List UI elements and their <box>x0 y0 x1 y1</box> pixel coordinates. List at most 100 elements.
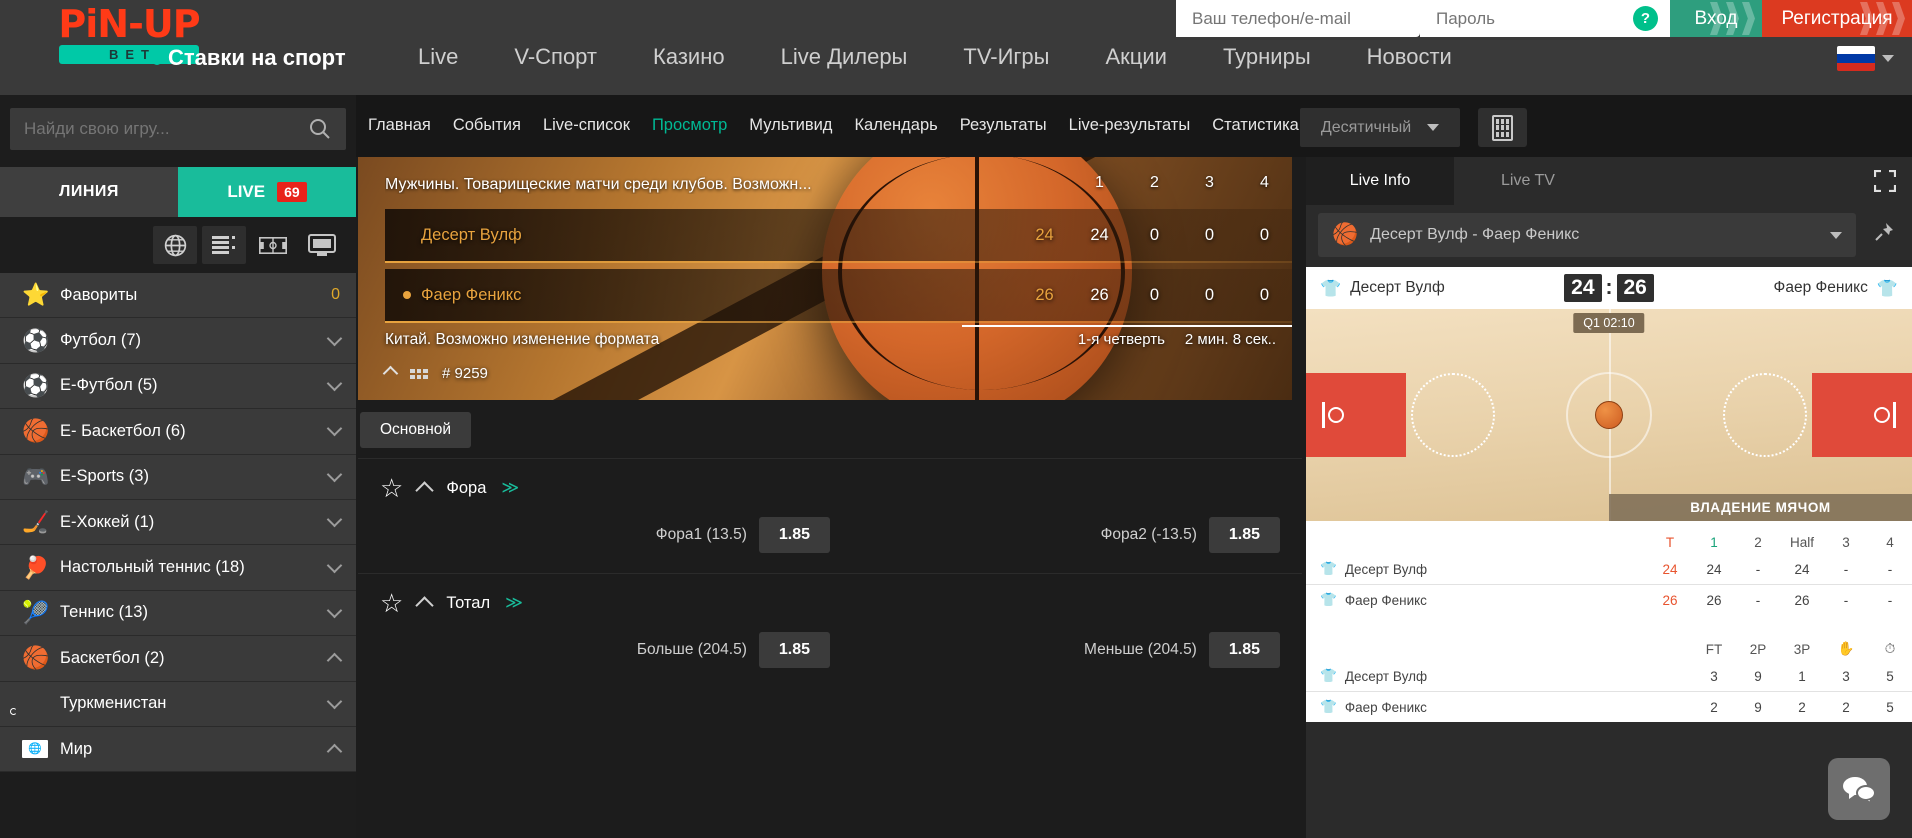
nav-item-tournaments[interactable]: Турниры <box>1195 44 1339 70</box>
sidebar-item-tennis[interactable]: 🎾 Теннис (13) <box>0 590 356 637</box>
tab-main-market[interactable]: Основной <box>360 412 472 448</box>
stats-grid-icon[interactable] <box>410 368 428 379</box>
odd-label: Больше (204.5) <box>636 641 747 658</box>
subnav-multivid[interactable]: Мультивид <box>749 116 832 135</box>
odd-value[interactable]: 1.85 <box>1208 632 1280 668</box>
sidebar-item-efootball[interactable]: ⚽ Е-Футбол (5) <box>0 363 356 410</box>
collapse-icon[interactable] <box>382 365 399 382</box>
chevron-up-icon[interactable] <box>415 481 435 500</box>
search-box[interactable] <box>10 108 346 150</box>
nav-item-live-dealers[interactable]: Live Дилеры <box>753 44 936 70</box>
home-q4: 0 <box>1259 225 1270 244</box>
match-selector[interactable]: 🏀 Десерт Вулф - Фаер Феникс <box>1318 213 1856 257</box>
chevron-down-icon[interactable] <box>326 511 343 528</box>
sidebar-item-favorites[interactable]: ⭐ Фавориты 0 <box>0 273 356 319</box>
home-team-name: Десерт Вулф <box>1350 279 1445 296</box>
scoreboard-row-away: Фаер Феникс 26 26 0 0 0 <box>385 269 1292 321</box>
list-view-button[interactable] <box>202 226 246 264</box>
globe-view-button[interactable] <box>153 226 197 264</box>
favorite-star-icon[interactable]: ☆ <box>380 475 403 501</box>
nav-item-vsport[interactable]: V-Спорт <box>486 44 625 70</box>
subnav-rezultaty[interactable]: Результаты <box>960 116 1047 135</box>
chevron-down-icon[interactable] <box>326 557 343 573</box>
login-button[interactable]: Вход <box>1670 0 1762 37</box>
nav-item-live[interactable]: Live <box>390 44 486 70</box>
chevron-up-icon[interactable] <box>326 743 343 759</box>
tv-view-button[interactable] <box>300 226 344 264</box>
sidebar-item-esports[interactable]: 🎮 E-Sports (3) <box>0 454 356 500</box>
help-icon[interactable]: ? <box>1633 6 1658 31</box>
cell-total: 24 <box>1648 554 1692 585</box>
match-id: # 9259 <box>442 365 488 382</box>
tab-live-label: LIVE <box>227 182 266 201</box>
chevron-up-icon[interactable] <box>415 596 435 615</box>
away-q3: 0 <box>1204 285 1215 304</box>
chevron-down-icon[interactable] <box>326 602 343 619</box>
center-column: Мужчины. Товарищеские матчи среди клубов… <box>358 157 1657 838</box>
nav-item-casino[interactable]: Казино <box>625 44 753 70</box>
odd-cell-over: Больше (204.5) 1.85 <box>380 632 830 668</box>
sidebar-item-turkmenistan[interactable]: Туркменистан <box>0 681 356 727</box>
nav-item-tv-games[interactable]: TV-Игры <box>935 44 1077 70</box>
tab-live-tv[interactable]: Live TV <box>1454 157 1602 205</box>
nav-item-news[interactable]: Новости <box>1339 44 1480 70</box>
chevron-down-icon[interactable] <box>326 375 343 392</box>
odd-value[interactable]: 1.85 <box>1208 517 1280 553</box>
sidebar-item-label: Е-Футбол (5) <box>60 376 158 395</box>
possession-dot-icon <box>403 291 411 299</box>
search-input[interactable] <box>24 119 294 139</box>
tab-line[interactable]: ЛИНИЯ <box>0 167 178 217</box>
sidebar-item-table-tennis[interactable]: 🏓 Настольный теннис (18) <box>0 545 356 591</box>
calculator-button[interactable] <box>1478 108 1527 147</box>
row-team: 👕 Фаер Феникс <box>1306 692 1692 723</box>
chevron-down-icon[interactable] <box>326 466 343 483</box>
odd-label: Меньше (204.5) <box>1084 641 1197 658</box>
court-arc-left <box>1411 373 1495 457</box>
odd-value[interactable]: 1.85 <box>758 632 830 668</box>
home-q1: 24 <box>1090 225 1109 244</box>
subnav-statistika[interactable]: Статистика <box>1212 116 1299 135</box>
market-odds-row: Больше (204.5) 1.85 Меньше (204.5) 1.85 <box>358 632 1302 688</box>
away-team-label: Фаер Феникс <box>421 285 522 304</box>
language-selector[interactable] <box>1837 46 1894 71</box>
pin-button[interactable] <box>1866 222 1902 248</box>
nav-item-promotions[interactable]: Акции <box>1077 44 1194 70</box>
subnav-sobytiya[interactable]: События <box>453 116 521 135</box>
chevron-down-icon[interactable] <box>326 330 343 346</box>
subnav-glavnaya[interactable]: Главная <box>368 116 431 135</box>
right-panel-tabs: Live Info Live TV <box>1306 157 1912 205</box>
chevron-up-icon[interactable] <box>326 652 343 669</box>
fullscreen-button[interactable] <box>1857 157 1912 205</box>
sidebar-item-ebasketball[interactable]: 🏀 Е- Баскетбол (6) <box>0 409 356 455</box>
chevron-down-icon[interactable] <box>326 693 343 709</box>
chevron-down-icon[interactable] <box>326 421 343 437</box>
gamepad-icon: 🎮 <box>22 463 50 489</box>
odds-format-dropdown[interactable]: Десятичный <box>1300 108 1460 147</box>
th-q1: 1 <box>1710 535 1718 550</box>
chevron-decoration <box>1706 0 1762 37</box>
subnav-live-spisok[interactable]: Live-список <box>543 116 630 135</box>
chat-button[interactable] <box>1828 758 1890 820</box>
tab-live[interactable]: LIVE 69 <box>178 167 356 217</box>
court-arc-right <box>1723 373 1807 457</box>
field-view-button[interactable] <box>251 226 295 264</box>
tab-live-info[interactable]: Live Info <box>1306 157 1454 205</box>
tab-live-tv-label: Live TV <box>1501 172 1555 189</box>
away-scores: 26 26 0 0 0 <box>1017 286 1292 305</box>
cell-2p: 9 <box>1736 661 1780 692</box>
sidebar-item-football[interactable]: ⚽ Футбол (7) <box>0 318 356 364</box>
subnav-kalendar[interactable]: Календарь <box>854 116 937 135</box>
odd-value[interactable]: 1.85 <box>758 517 830 553</box>
sidebar-item-basketball[interactable]: 🏀 Баскетбол (2) <box>0 636 356 682</box>
sidebar-item-ehockey[interactable]: 🏒 Е-Хоккей (1) <box>0 499 356 546</box>
sidebar-item-world[interactable]: 🌐 Мир <box>0 726 356 773</box>
market-header: ☆ Тотал ≫ <box>358 574 1302 632</box>
odd-label: Фора1 (13.5) <box>655 526 747 543</box>
phone-email-input[interactable] <box>1176 0 1420 37</box>
subnav-live-rezultaty[interactable]: Live-результаты <box>1069 116 1191 135</box>
favorite-star-icon[interactable]: ☆ <box>380 590 403 616</box>
app-root: PiN-UP BET Ставки на спорт Live V-Спорт … <box>0 0 1912 838</box>
register-button[interactable]: Регистрация <box>1762 0 1912 37</box>
match-selector-value: Десерт Вулф - Фаер Феникс <box>1370 226 1580 243</box>
subnav-prosmotr[interactable]: Просмотр <box>652 116 727 135</box>
